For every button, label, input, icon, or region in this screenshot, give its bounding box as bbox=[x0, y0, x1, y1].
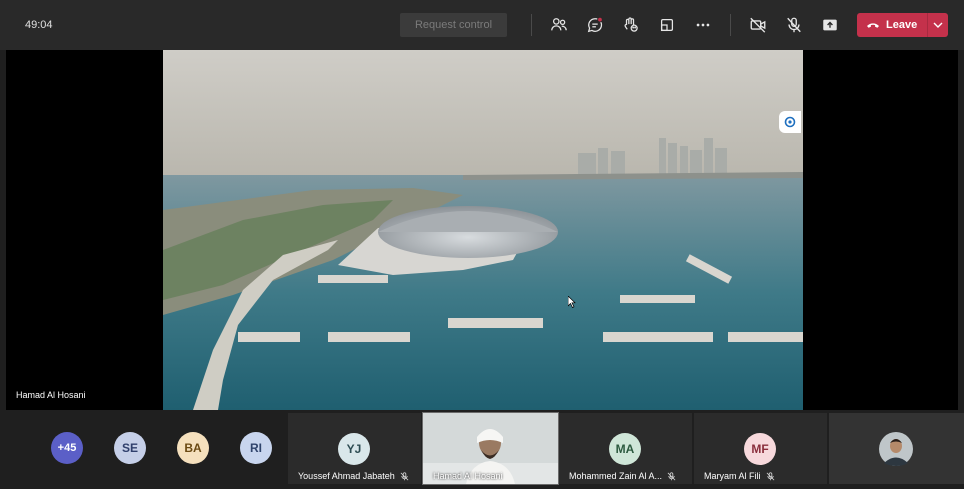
leave-button[interactable]: Leave bbox=[857, 13, 948, 37]
meeting-toolbar: 49:04 Request control Leave bbox=[0, 0, 964, 50]
participant-name: Youssef Ahmad Jabateh bbox=[298, 471, 395, 481]
mic-off-icon bbox=[667, 471, 676, 480]
mic-off-icon bbox=[400, 471, 409, 480]
self-view-tile[interactable] bbox=[829, 413, 964, 484]
avatar[interactable]: SE bbox=[114, 432, 146, 464]
people-icon[interactable] bbox=[549, 15, 569, 35]
participant-name-row: Youssef Ahmad Jabateh bbox=[298, 471, 409, 481]
meeting-timer: 49:04 bbox=[25, 19, 53, 31]
avatar: MF bbox=[744, 433, 776, 465]
participant-name: Hamad Al Hosani bbox=[433, 471, 503, 481]
mic-off-icon[interactable] bbox=[784, 15, 804, 35]
annotation-toggle[interactable] bbox=[779, 111, 801, 133]
avatar bbox=[879, 432, 913, 466]
shared-screen bbox=[163, 50, 803, 410]
presenter-name: Hamad Al Hosani bbox=[16, 390, 86, 400]
rooms-icon[interactable] bbox=[657, 15, 677, 35]
toolbar-divider bbox=[730, 14, 731, 36]
reactions-icon[interactable] bbox=[621, 15, 641, 35]
participant-name: Maryam Al Fili bbox=[704, 471, 761, 481]
avatar[interactable]: BA bbox=[177, 432, 209, 464]
chat-icon[interactable] bbox=[585, 15, 605, 35]
chevron-down-icon[interactable] bbox=[928, 22, 948, 28]
mouse-cursor bbox=[567, 295, 576, 313]
participant-name-row: Maryam Al Fili bbox=[704, 471, 775, 481]
overflow-participants-button[interactable]: +45 bbox=[51, 432, 83, 464]
share-icon[interactable] bbox=[820, 15, 840, 35]
participant-name-row: Hamad Al Hosani bbox=[433, 471, 503, 481]
participant-video-tile[interactable]: Hamad Al Hosani bbox=[422, 412, 559, 485]
participant-tile[interactable]: MA Mohammed Zain Al A... bbox=[559, 413, 692, 484]
avatar: YJ bbox=[338, 433, 370, 465]
shared-image bbox=[163, 50, 803, 410]
participant-name-row: Mohammed Zain Al A... bbox=[569, 471, 676, 481]
participant-gallery: +45 SE BA RI YJ Youssef Ahmad Jabateh Ha… bbox=[0, 410, 964, 487]
camera-off-icon[interactable] bbox=[748, 15, 768, 35]
meeting-stage: Hamad Al Hosani bbox=[6, 50, 958, 410]
request-control-button[interactable]: Request control bbox=[400, 13, 507, 37]
avatar: MA bbox=[609, 433, 641, 465]
phone-hangup-icon bbox=[867, 23, 879, 28]
participant-tile[interactable]: YJ Youssef Ahmad Jabateh bbox=[288, 413, 421, 484]
participant-name: Mohammed Zain Al A... bbox=[569, 471, 663, 481]
more-icon[interactable] bbox=[693, 15, 713, 35]
participant-tile[interactable]: MF Maryam Al Fili bbox=[694, 413, 827, 484]
leave-main[interactable]: Leave bbox=[857, 13, 927, 37]
mic-off-icon bbox=[766, 471, 774, 480]
leave-label: Leave bbox=[886, 19, 918, 31]
avatar[interactable]: RI bbox=[240, 432, 272, 464]
toolbar-divider bbox=[531, 14, 532, 36]
annotation-icon bbox=[784, 116, 796, 128]
